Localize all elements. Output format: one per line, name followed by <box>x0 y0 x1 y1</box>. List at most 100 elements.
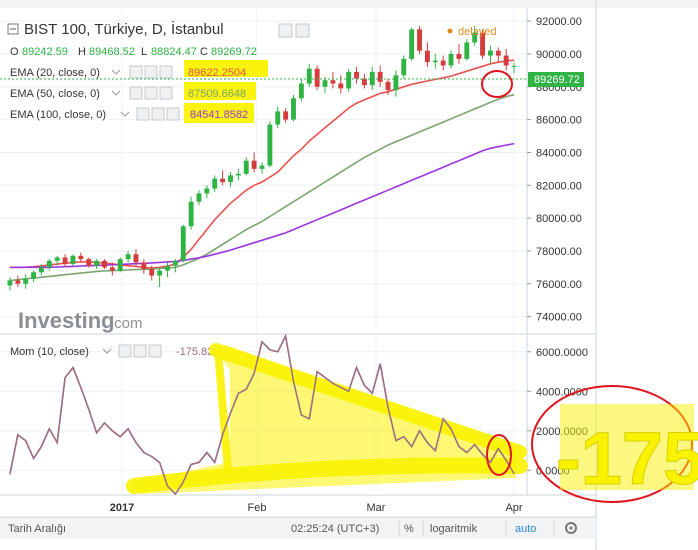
candle-body <box>23 278 29 284</box>
percent-toggle[interactable]: % <box>404 523 414 535</box>
momentum-gear-icon[interactable] <box>133 344 147 358</box>
candle-body <box>94 260 100 266</box>
ohlc-close: 89269.72 <box>211 46 257 58</box>
price-tick-label: 92000.00 <box>536 16 582 28</box>
candle-body <box>314 68 320 87</box>
candle-body <box>298 83 304 99</box>
ema20-eye-icon[interactable] <box>129 65 143 79</box>
ema50-close-icon[interactable] <box>159 86 173 100</box>
candle-body <box>251 160 257 169</box>
date-range-button[interactable]: Tarih Aralığı <box>8 523 66 535</box>
candle-body <box>46 260 52 268</box>
momentum-label: Mom (10, close) <box>10 346 89 358</box>
candle-body <box>424 50 430 63</box>
ema20-gear-icon[interactable] <box>144 65 158 79</box>
ema100-label: EMA (100, close, 0) <box>10 109 106 121</box>
candle-body <box>487 50 493 56</box>
ema20-close-icon[interactable] <box>159 65 173 79</box>
candle-body <box>361 78 367 86</box>
candle-body <box>149 268 155 276</box>
candle-body <box>464 42 470 59</box>
settings-gear-icon[interactable] <box>295 23 310 38</box>
candle-body <box>133 254 139 263</box>
candle-body <box>259 165 265 169</box>
momentum-close-icon[interactable] <box>148 344 162 358</box>
ema50-label: EMA (50, close, 0) <box>10 88 100 100</box>
ohlc-c-label: C <box>200 46 208 58</box>
candle-body <box>377 72 383 82</box>
auto-toggle[interactable]: auto <box>515 523 536 535</box>
price-tick-label: 74000.00 <box>536 312 582 324</box>
candle-body <box>354 72 359 79</box>
candle-body <box>440 60 446 66</box>
ohlc-h-label: H <box>78 46 86 58</box>
candle-body <box>7 280 13 286</box>
candle-body <box>39 267 44 273</box>
candle-body <box>275 111 281 125</box>
candle-body <box>125 254 131 260</box>
ema100-eye-icon[interactable] <box>136 107 150 121</box>
candle-body <box>70 255 76 265</box>
candle-body <box>204 188 210 194</box>
ema50-eye-icon[interactable] <box>129 86 143 100</box>
price-tick-label: 80000.00 <box>536 213 582 225</box>
price-tick-label: 90000.00 <box>536 49 582 61</box>
candle-body <box>109 267 115 271</box>
chart-canvas: Investing .com 74000.00 76000.00 78000.00 8… <box>0 0 698 550</box>
momentum-tick-label: 6000.0000 <box>536 347 588 359</box>
candle-body <box>141 262 147 269</box>
price-tick-label: 86000.00 <box>536 115 582 127</box>
price-tick-label: 84000.00 <box>536 147 582 159</box>
candle-body <box>283 111 289 120</box>
candle-body <box>448 53 454 66</box>
candle-body <box>346 72 352 89</box>
top-strip <box>0 0 698 8</box>
time-tick-label: Mar <box>367 502 386 514</box>
candle-body <box>393 75 399 91</box>
candle-body <box>212 178 218 189</box>
time-tick-label: Apr <box>505 502 522 514</box>
candle-body <box>228 175 233 182</box>
ohlc-low: 88824.47 <box>151 46 197 58</box>
ema100-gear-icon[interactable] <box>151 107 165 121</box>
candle-body <box>401 58 407 76</box>
ema20-label: EMA (20, close, 0) <box>10 67 100 79</box>
ohlc-high: 89468.52 <box>89 46 135 58</box>
candle-body <box>86 259 92 266</box>
momentum-eye-icon[interactable] <box>118 344 132 358</box>
ohlc-open: 89242.59 <box>22 46 68 58</box>
price-tick-label: 78000.00 <box>536 246 582 258</box>
ema100-close-icon[interactable] <box>166 107 180 121</box>
candle-body <box>495 50 501 56</box>
log-toggle[interactable]: logaritmik <box>430 523 478 535</box>
candle-body <box>243 160 249 174</box>
candle-body <box>267 124 273 166</box>
candle-body <box>385 81 391 91</box>
visibility-eye-icon[interactable] <box>278 23 293 38</box>
time-tick-label: 2017 <box>110 502 134 514</box>
candle-body <box>196 193 202 202</box>
ema50-value: 87509.6648 <box>188 88 246 100</box>
ema20-value: 89622.2504 <box>188 67 246 79</box>
candle-body <box>78 255 84 260</box>
price-badge: 89269.72 <box>534 74 580 86</box>
watermark-suffix: .com <box>110 315 143 332</box>
ema50-gear-icon[interactable] <box>144 86 158 100</box>
candle-body <box>62 257 68 265</box>
candle-body <box>235 173 241 176</box>
candle-body <box>180 226 186 261</box>
time-tick-label: Feb <box>248 502 267 514</box>
candle-body <box>291 98 296 120</box>
chart-title: BIST 100, Türkiye, D, İstanbul <box>24 20 224 38</box>
candle-body <box>188 201 194 227</box>
candle-body <box>511 65 517 67</box>
ema100-value: 84541.8582 <box>190 109 248 121</box>
candle-body <box>54 257 60 261</box>
candle-body <box>338 83 344 89</box>
candle-body <box>456 53 462 59</box>
annotation-text: -175 <box>556 417 698 500</box>
candle-body <box>117 259 123 271</box>
candle-body <box>31 272 37 279</box>
clock-readout: 02:25:24 (UTC+3) <box>291 523 379 535</box>
candle-body <box>220 178 226 182</box>
